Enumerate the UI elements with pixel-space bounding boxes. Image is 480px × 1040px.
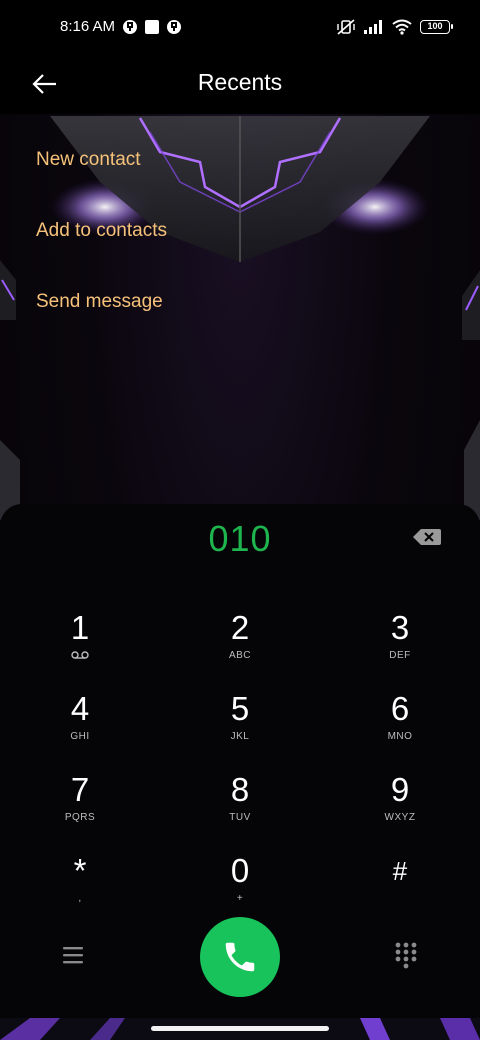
key-3[interactable]: 3 DEF — [340, 610, 460, 682]
status-time: 8:16 AM — [60, 18, 116, 35]
key-0[interactable]: 0 + — [180, 853, 300, 925]
send-message-button[interactable]: Send message — [36, 291, 163, 313]
key-5[interactable]: 5 JKL — [180, 691, 300, 763]
battery-icon: 100 — [420, 20, 453, 34]
status-left-icons — [122, 19, 182, 35]
key-digit: 8 — [230, 771, 250, 808]
key-letters — [340, 893, 460, 905]
square-icon — [145, 20, 159, 34]
key-digit: 5 — [230, 690, 250, 727]
wallpaper-mech-art — [50, 116, 430, 262]
key-digit: 0 — [230, 852, 250, 889]
key-letters: GHI — [70, 731, 90, 742]
key-1[interactable]: 1 — [20, 610, 140, 682]
key-star[interactable]: * , — [20, 853, 140, 925]
key-2[interactable]: 2 ABC — [180, 610, 300, 682]
key-digit: 3 — [390, 609, 410, 646]
signal-icon — [364, 20, 382, 34]
wallpaper-right-edge — [462, 270, 480, 340]
key-digit: # — [392, 856, 408, 886]
notification-icon — [123, 20, 137, 34]
home-indicator[interactable] — [151, 1026, 329, 1031]
key-letters: MNO — [387, 731, 413, 742]
add-to-contacts-button[interactable]: Add to contacts — [36, 220, 167, 242]
key-digit: 4 — [70, 690, 90, 727]
menu-icon[interactable] — [60, 943, 86, 967]
key-6[interactable]: 6 MNO — [340, 691, 460, 763]
key-digit: 7 — [70, 771, 90, 808]
key-letters: WXYZ — [384, 812, 416, 823]
key-digit: * — [73, 852, 87, 889]
key-letters: + — [236, 893, 244, 904]
key-4[interactable]: 4 GHI — [20, 691, 140, 763]
key-letters: ABC — [228, 650, 252, 661]
page-title: Recents — [197, 69, 283, 95]
dialpad-icon[interactable] — [393, 941, 419, 969]
key-letters: , — [78, 893, 82, 904]
key-letters: JKL — [230, 731, 250, 742]
key-letters: PQRS — [64, 812, 96, 823]
wifi-icon — [392, 19, 412, 35]
key-digit: 2 — [230, 609, 250, 646]
backspace-icon[interactable] — [412, 527, 442, 547]
notification-icon-2 — [167, 20, 181, 34]
status-right-icons: 100 — [336, 18, 453, 36]
key-8[interactable]: 8 TUV — [180, 772, 300, 844]
app-header: Recents — [0, 56, 480, 114]
key-7[interactable]: 7 PQRS — [20, 772, 140, 844]
phone-icon — [225, 942, 255, 972]
mute-vibrate-icon — [337, 19, 355, 35]
key-digit: 1 — [70, 609, 90, 646]
new-contact-button[interactable]: New contact — [36, 149, 141, 171]
key-digit: 9 — [390, 771, 410, 808]
key-letters: TUV — [229, 812, 251, 823]
key-9[interactable]: 9 WXYZ — [340, 772, 460, 844]
key-letters: DEF — [389, 650, 411, 661]
key-digit: 6 — [390, 690, 410, 727]
dialed-number[interactable]: 010 — [0, 518, 480, 560]
status-bar: 8:16 AM 100 — [0, 0, 480, 56]
call-button[interactable] — [200, 917, 280, 997]
key-hash[interactable]: # — [340, 853, 460, 925]
wallpaper-left-edge — [0, 260, 16, 320]
voicemail-icon — [20, 650, 140, 662]
